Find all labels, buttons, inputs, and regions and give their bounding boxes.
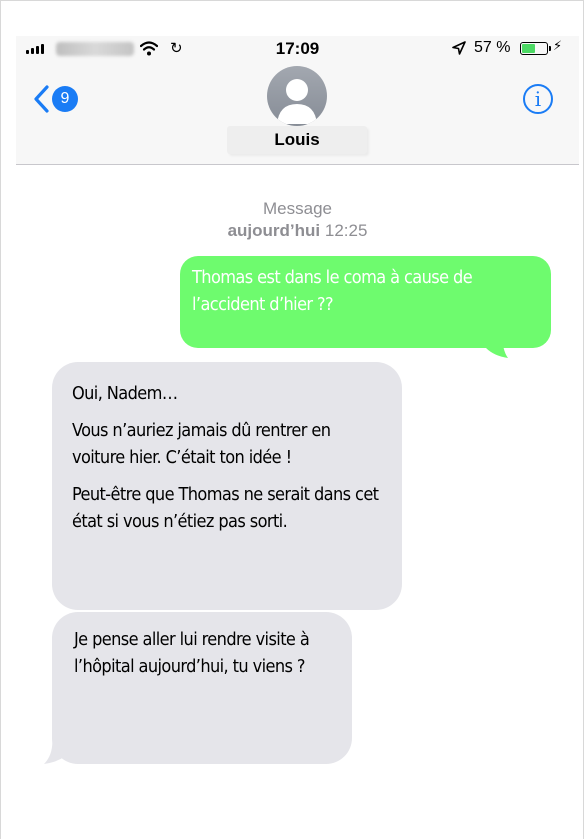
message-paragraph: Oui, Nadem…: [72, 383, 178, 404]
phone-screen: ↻ 17:09 57 % ⚡ 9 Louis i Message aujourd…: [16, 36, 579, 840]
incoming-message[interactable]: Oui, Nadem… Vous n’auriez jamais dû rent…: [52, 362, 402, 610]
battery-level-fill: [522, 44, 536, 53]
conversation-header: 9 Louis i: [16, 64, 579, 165]
person-silhouette-icon: [277, 79, 317, 124]
incoming-message[interactable]: Je pense aller lui rendre visite à l’hôp…: [52, 612, 352, 764]
chevron-left-icon: [34, 85, 49, 113]
contact-avatar[interactable]: [267, 66, 327, 126]
message-paragraph: Vous n’auriez jamais dû rentrer en voitu…: [72, 420, 331, 468]
contact-name[interactable]: Louis: [227, 130, 367, 150]
charging-bolt-icon: ⚡: [553, 39, 563, 54]
unread-count-badge: 9: [52, 86, 78, 112]
info-button[interactable]: i: [523, 84, 553, 114]
status-bar: ↻ 17:09 57 % ⚡: [16, 36, 579, 64]
battery-nub: [549, 46, 551, 51]
thread-date: aujourd’hui: [227, 221, 321, 240]
battery-percent: 57 %: [474, 39, 511, 56]
thread-timestamp: aujourd’hui 12:25: [16, 221, 579, 241]
message-paragraph: Peut-être que Thomas ne serait dans cet …: [72, 484, 379, 532]
back-button[interactable]: 9: [32, 84, 78, 114]
battery-icon: [520, 42, 551, 55]
location-arrow-icon: [452, 41, 466, 55]
service-label: Message: [263, 199, 332, 218]
thread-time: 12:25: [324, 221, 368, 240]
outgoing-message[interactable]: Thomas est dans le coma à cause de l’acc…: [180, 256, 551, 348]
